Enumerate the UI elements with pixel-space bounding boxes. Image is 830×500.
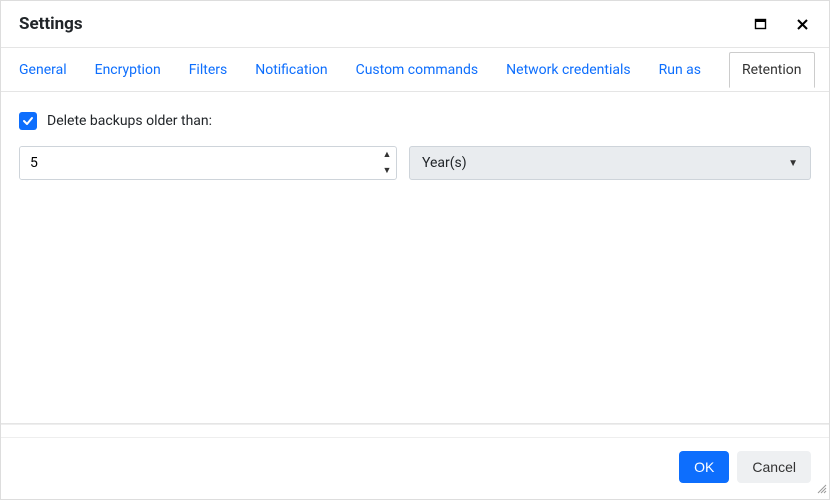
delete-older-checkbox[interactable]: [19, 112, 37, 130]
tab-filters[interactable]: Filters: [189, 52, 228, 88]
close-icon[interactable]: [793, 15, 811, 33]
tabs: General Encryption Filters Notification …: [1, 48, 829, 92]
section-divider: [1, 424, 829, 438]
spinner-up-icon[interactable]: ▲: [378, 147, 396, 163]
tab-notification[interactable]: Notification: [255, 52, 327, 88]
tab-encryption[interactable]: Encryption: [95, 52, 161, 88]
spinner-down-icon[interactable]: ▼: [378, 163, 396, 179]
delete-older-label: Delete backups older than:: [47, 113, 212, 129]
number-spinner: ▲ ▼: [378, 147, 396, 179]
tab-general[interactable]: General: [19, 52, 67, 88]
dialog-title: Settings: [19, 14, 83, 34]
delete-older-row: Delete backups older than:: [19, 112, 811, 130]
maximize-icon[interactable]: [751, 15, 769, 33]
dialog-footer: OK Cancel: [1, 438, 829, 496]
tab-retention[interactable]: Retention: [729, 52, 815, 88]
ok-button[interactable]: OK: [679, 451, 729, 483]
tab-network-credentials[interactable]: Network credentials: [506, 52, 630, 88]
tab-content-retention: Delete backups older than: ▲ ▼ Year(s) ▼: [1, 92, 829, 424]
tab-run-as[interactable]: Run as: [659, 52, 701, 88]
retention-value-wrap: ▲ ▼: [19, 146, 397, 180]
resize-grip-icon[interactable]: [815, 482, 827, 494]
dialog-header: Settings: [1, 1, 829, 48]
cancel-button[interactable]: Cancel: [737, 451, 811, 483]
retention-form-row: ▲ ▼ Year(s) ▼: [19, 146, 811, 180]
window-controls: [751, 15, 811, 33]
retention-unit-value: Year(s): [422, 155, 467, 171]
tab-custom-commands[interactable]: Custom commands: [356, 52, 479, 88]
chevron-down-icon: ▼: [788, 158, 798, 169]
retention-value-input[interactable]: [20, 147, 378, 179]
retention-unit-select[interactable]: Year(s) ▼: [409, 146, 811, 180]
